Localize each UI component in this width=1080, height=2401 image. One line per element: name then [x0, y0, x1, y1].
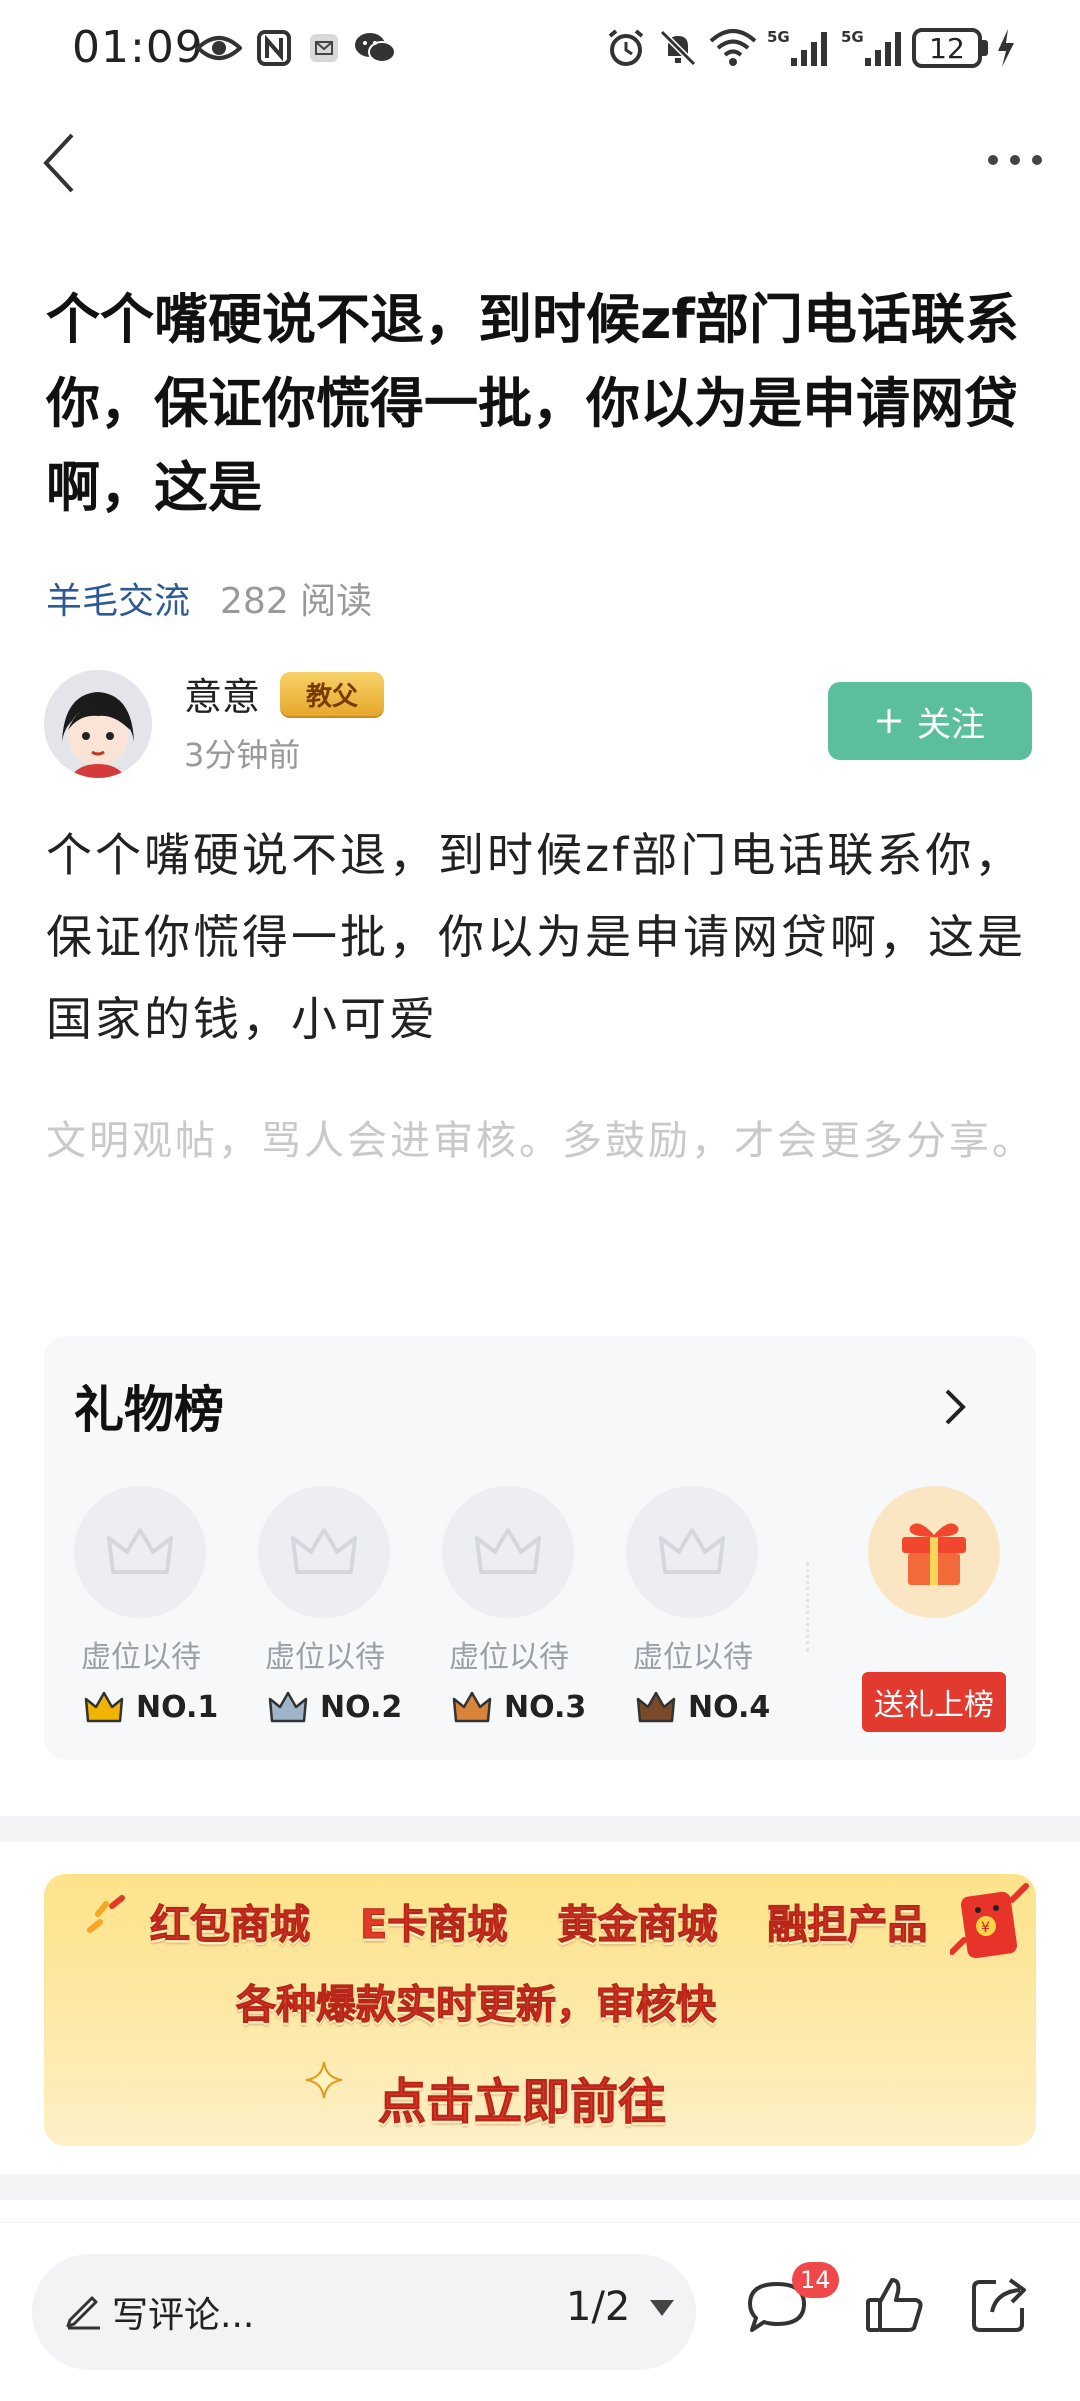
- crown-outline-icon: [659, 1528, 725, 1574]
- comment-count-badge: 14: [792, 2262, 839, 2298]
- author-name[interactable]: 意意: [184, 666, 260, 721]
- eye-icon: [196, 26, 242, 70]
- gift-slot-3-label: 虚位以待: [449, 1640, 569, 1675]
- alarm-icon: [604, 26, 648, 70]
- gift-slot-1-label: 虚位以待: [81, 1640, 201, 1675]
- promo-item-red-packet[interactable]: 红包商城: [150, 1892, 311, 1950]
- rank-text: NO.1: [136, 1690, 219, 1725]
- read-count: 282 阅读: [220, 581, 373, 622]
- promo-cta[interactable]: 点击立即前往: [377, 2062, 666, 2132]
- battery-tip: [982, 40, 988, 56]
- rank-text: NO.3: [504, 1690, 587, 1725]
- status-time: 01:09: [72, 22, 204, 73]
- avatar-image: [44, 670, 152, 778]
- gift-slot-4[interactable]: [626, 1486, 758, 1618]
- post-meta: 羊毛交流 282 阅读: [46, 572, 372, 624]
- section-divider: [0, 1816, 1080, 1842]
- gift-slot-3[interactable]: [442, 1486, 574, 1618]
- chevron-right-icon: [945, 1389, 966, 1425]
- charging-icon: [994, 26, 1018, 70]
- promo-item-gold[interactable]: 黄金商城: [557, 1892, 718, 1950]
- wechat-icon: [352, 26, 398, 70]
- author-badge: 教父: [280, 672, 384, 716]
- gift-slot-2[interactable]: [258, 1486, 390, 1618]
- battery-level: 12: [929, 31, 965, 65]
- send-gift-button[interactable]: 送礼上榜: [862, 1672, 1006, 1732]
- signal-5g-icon: 5G: [840, 26, 906, 70]
- send-gift-icon-button[interactable]: [868, 1486, 1000, 1618]
- gift-slot-1-rank: NO.1: [84, 1690, 218, 1725]
- section-divider: [0, 2174, 1080, 2200]
- gift-board-title: 礼物榜: [74, 1381, 224, 1439]
- gift-slot-4-label: 虚位以待: [633, 1640, 753, 1675]
- more-options-button[interactable]: [970, 130, 1060, 190]
- gift-slot-4-rank: NO.4: [636, 1690, 770, 1725]
- comment-hint: 文明观帖，骂人会进审核。多鼓励，才会更多分享。: [46, 1118, 1035, 1164]
- signal-5g-icon: 5G: [766, 26, 832, 70]
- back-button[interactable]: [20, 118, 100, 208]
- promo-item-guarantee[interactable]: 融担产品: [767, 1892, 928, 1950]
- page-indicator[interactable]: 1/2: [566, 2284, 630, 2330]
- wifi-icon: [708, 26, 758, 70]
- crown-outline-icon: [107, 1528, 173, 1574]
- post-title: 个个嘴硬说不退，到时候zf部门电话联系你，保证你慌得一批，你以为是申请网贷啊，这…: [46, 288, 1019, 519]
- svg-text:5G: 5G: [841, 28, 864, 46]
- gift-slot-1[interactable]: [74, 1486, 206, 1618]
- crown-brown-icon: [636, 1691, 676, 1722]
- plus-icon: [877, 709, 901, 733]
- pen-icon: [64, 2290, 104, 2330]
- gift-board-more-button[interactable]: [930, 1380, 980, 1434]
- rays-icon: [82, 1892, 132, 1942]
- comment-placeholder[interactable]: 写评论...: [112, 2286, 254, 2338]
- gift-divider: [806, 1562, 809, 1652]
- rank-text: NO.2: [320, 1690, 403, 1725]
- category-link[interactable]: 羊毛交流: [46, 572, 190, 624]
- follow-button[interactable]: 关注: [828, 682, 1032, 760]
- rank-text: NO.4: [688, 1690, 771, 1725]
- promo-subtitle: 各种爆款实时更新，审核快: [236, 1982, 717, 2029]
- gift-slot-2-label: 虚位以待: [265, 1640, 385, 1675]
- promo-item-ecard[interactable]: E卡商城: [359, 1892, 507, 1950]
- avatar[interactable]: [44, 670, 152, 778]
- post-body: 个个嘴硬说不退，到时候zf部门电话联系你，保证你慌得一批，你以为是申请网贷啊，这…: [46, 828, 1026, 1046]
- mute-icon: [656, 26, 700, 70]
- battery-icon: 12: [912, 28, 982, 68]
- follow-label: 关注: [917, 704, 985, 745]
- crown-outline-icon: [291, 1528, 357, 1574]
- promo-categories: 红包商城 E卡商城 黄金商城 融担产品: [150, 1892, 950, 1950]
- svg-text:¥: ¥: [981, 1920, 990, 1936]
- gift-slot-2-rank: NO.2: [268, 1690, 402, 1725]
- crown-silver-icon: [268, 1691, 308, 1722]
- thumbs-up-icon[interactable]: [862, 2272, 928, 2338]
- gift-slot-3-rank: NO.3: [452, 1690, 586, 1725]
- chevron-left-icon: [43, 133, 74, 193]
- post-time: 3分钟前: [184, 736, 301, 774]
- crown-outline-icon: [475, 1528, 541, 1574]
- sparkle-icon: [304, 2060, 344, 2100]
- crown-gold-icon: [84, 1691, 124, 1722]
- share-icon[interactable]: [968, 2270, 1034, 2336]
- svg-text:5G: 5G: [767, 28, 790, 46]
- red-packet-mascot-icon: ¥: [949, 1880, 1030, 1970]
- gift-box-icon: [902, 1523, 966, 1585]
- mail-icon: [308, 26, 340, 70]
- more-icon: [988, 155, 1042, 165]
- crown-bronze-icon: [452, 1691, 492, 1722]
- dropdown-triangle-icon[interactable]: [648, 2298, 676, 2318]
- nfc-icon: [256, 26, 292, 70]
